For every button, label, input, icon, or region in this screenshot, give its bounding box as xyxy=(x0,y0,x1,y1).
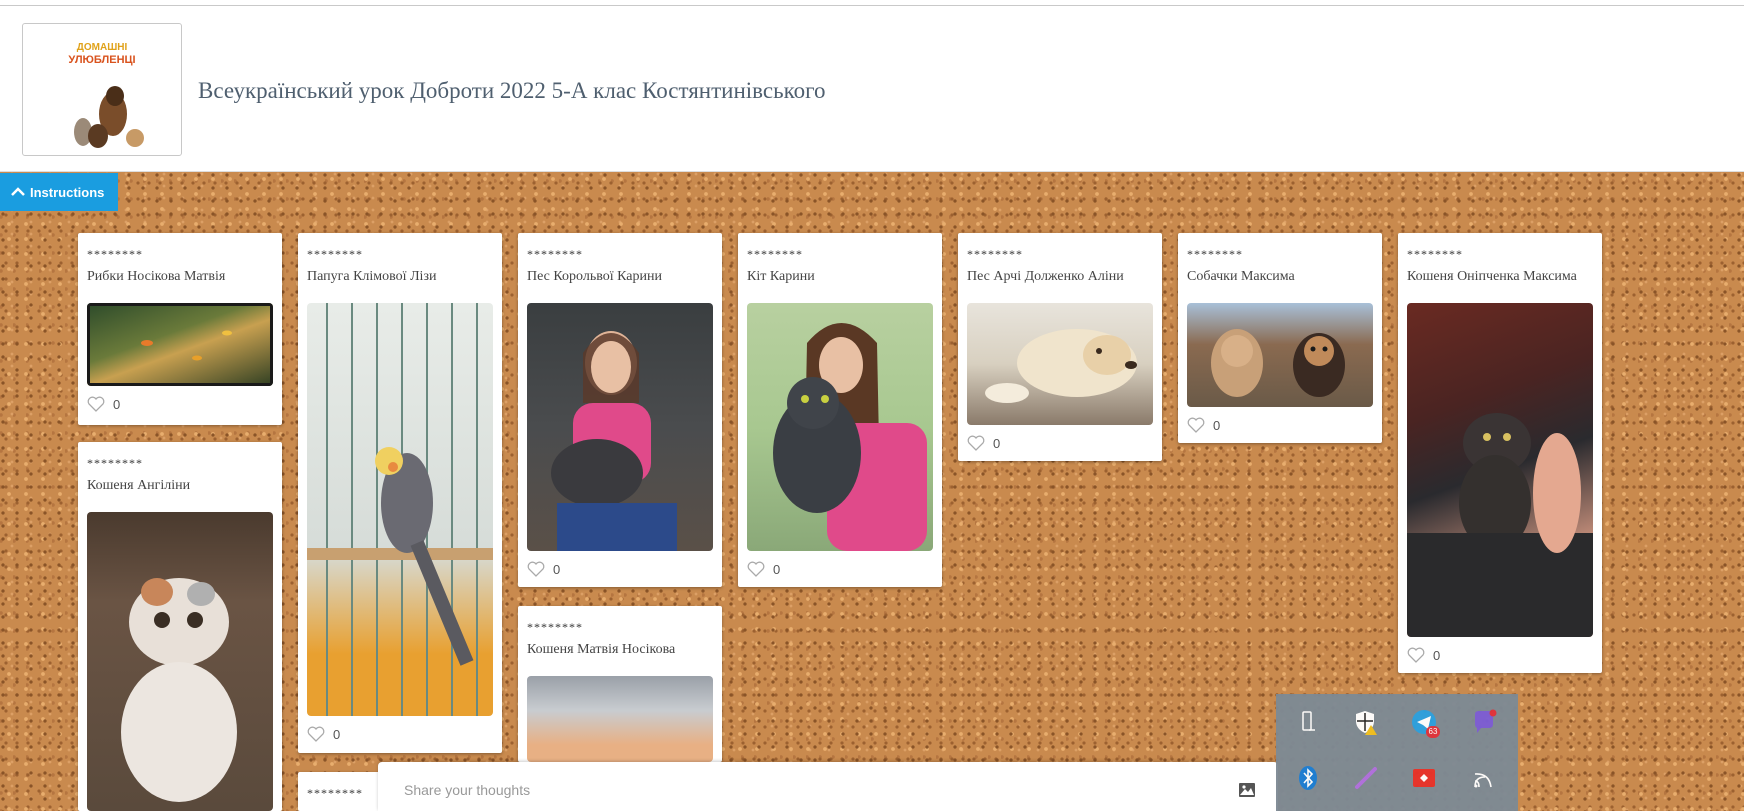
post-image[interactable] xyxy=(747,303,933,551)
post-author: ******** xyxy=(87,247,143,261)
like-button[interactable]: 0 xyxy=(1187,417,1220,433)
like-button[interactable]: 0 xyxy=(967,435,1000,451)
instructions-toggle[interactable]: Instructions xyxy=(0,173,118,211)
like-count: 0 xyxy=(333,726,341,742)
post-title: Кіт Карини xyxy=(747,269,815,284)
post-title: Кошеня Ангіліни xyxy=(87,478,191,493)
post-card[interactable]: ******** Кошеня Ангіліни xyxy=(78,442,282,811)
viber-icon[interactable] xyxy=(1470,708,1498,736)
post-card[interactable]: ******** Пес Корольвої Карини 0 xyxy=(518,233,722,587)
like-button[interactable]: 0 xyxy=(307,726,340,742)
pen-icon[interactable] xyxy=(1352,764,1380,792)
post-author: ******** xyxy=(527,620,583,634)
post-card[interactable]: ******** Рибки Носікова Матвія 0 xyxy=(78,233,282,425)
composer-input[interactable]: Share your thoughts xyxy=(404,782,530,798)
post-card[interactable]: ******** Кошеня Оніпченка Максима 0 xyxy=(1398,233,1602,673)
like-button[interactable]: 0 xyxy=(87,396,120,412)
post-title: Кошеня Матвія Носікова xyxy=(527,642,676,657)
page-title: Всеукраїнський урок Доброти 2022 5-А кла… xyxy=(198,78,826,103)
instructions-label: Instructions xyxy=(30,184,105,200)
shield-warning-icon[interactable] xyxy=(1352,708,1380,736)
post-image[interactable] xyxy=(87,303,273,386)
heart-icon xyxy=(527,561,545,577)
like-count: 0 xyxy=(773,561,781,577)
like-count: 0 xyxy=(113,396,121,412)
usb-drive-icon[interactable] xyxy=(1294,708,1322,736)
thumbnail-line2: УЛЮБЛЕНЦІ xyxy=(68,54,136,66)
heart-icon xyxy=(87,396,105,412)
post-image[interactable] xyxy=(87,512,273,811)
post-image[interactable] xyxy=(527,303,713,551)
post-card[interactable]: ******** Папуга Клімової Лізи 0 xyxy=(298,233,502,753)
heart-icon xyxy=(307,726,325,742)
heart-icon xyxy=(967,435,985,451)
board-thumbnail[interactable]: ДОМАШНІ УЛЮБЛЕНЦІ xyxy=(22,23,182,156)
heart-icon xyxy=(747,561,765,577)
post-author: ******** xyxy=(1187,247,1243,261)
post-author: ******** xyxy=(967,247,1023,261)
post-image[interactable] xyxy=(527,676,713,762)
like-count: 0 xyxy=(553,561,561,577)
page-header: ДОМАШНІ УЛЮБЛЕНЦІ Всеукраїнський урок До… xyxy=(0,6,1744,172)
pets-illustration xyxy=(74,86,144,148)
post-title: Пес Арчі Долженко Аліни xyxy=(967,269,1124,284)
post-image[interactable] xyxy=(307,303,493,716)
like-button[interactable]: 0 xyxy=(747,561,780,577)
telegram-icon[interactable]: 63 xyxy=(1410,708,1440,738)
like-count: 0 xyxy=(993,435,1001,451)
wifi-icon[interactable] xyxy=(1470,764,1498,792)
anydesk-icon[interactable] xyxy=(1410,764,1438,792)
like-count: 0 xyxy=(1213,417,1221,433)
post-card[interactable]: ******** Собачки Максима 0 xyxy=(1178,233,1382,443)
post-author: ******** xyxy=(307,786,363,800)
post-author: ******** xyxy=(307,247,363,261)
image-icon[interactable] xyxy=(1238,782,1256,798)
like-button[interactable]: 0 xyxy=(527,561,560,577)
post-image[interactable] xyxy=(1187,303,1373,407)
post-title: Пес Корольвої Карини xyxy=(527,269,662,284)
post-card[interactable]: ******** Кошеня Матвія Носікова xyxy=(518,606,722,762)
post-author: ******** xyxy=(747,247,803,261)
post-title: Собачки Максима xyxy=(1187,269,1295,284)
post-title: Кошеня Оніпченка Максима xyxy=(1407,269,1577,284)
telegram-badge: 63 xyxy=(1426,726,1440,738)
post-title: Папуга Клімової Лізи xyxy=(307,269,437,284)
post-image[interactable] xyxy=(967,303,1153,425)
post-author: ******** xyxy=(527,247,583,261)
heart-icon xyxy=(1187,417,1205,433)
like-button[interactable]: 0 xyxy=(1407,647,1440,663)
bluetooth-icon[interactable] xyxy=(1294,764,1322,792)
system-tray-overflow: 63 xyxy=(1276,694,1518,811)
thumbnail-line1: ДОМАШНІ xyxy=(76,42,128,53)
post-card[interactable]: ******** Кіт Карини 0 xyxy=(738,233,942,587)
like-count: 0 xyxy=(1433,647,1441,663)
post-card[interactable]: ******** Пес Арчі Долженко Аліни 0 xyxy=(958,233,1162,461)
post-image[interactable] xyxy=(1407,303,1593,637)
chevron-up-icon xyxy=(11,187,25,196)
post-author: ******** xyxy=(87,456,143,470)
post-title: Рибки Носікова Матвія xyxy=(87,269,226,284)
post-composer[interactable]: Share your thoughts xyxy=(378,762,1278,811)
post-author: ******** xyxy=(1407,247,1463,261)
heart-icon xyxy=(1407,647,1425,663)
